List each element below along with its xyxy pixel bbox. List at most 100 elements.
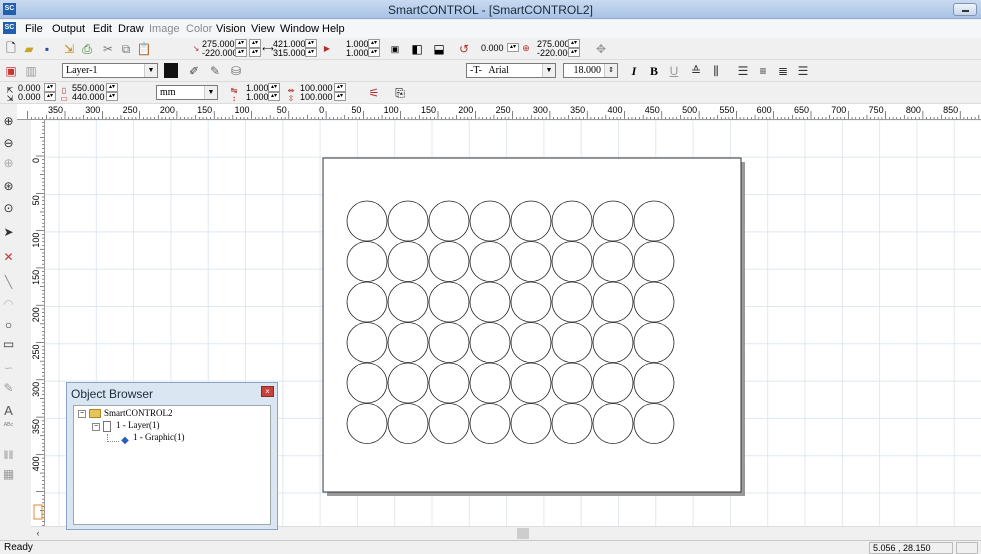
lock-ratio-icon[interactable]: ▣: [387, 41, 403, 57]
scale-x-spin[interactable]: ▴▾: [368, 39, 380, 48]
select-arrow-icon[interactable]: ➤: [1, 224, 16, 239]
menu-output[interactable]: Output: [52, 23, 85, 35]
line-tool-icon[interactable]: ╲: [1, 274, 16, 289]
vertical-ruler: 0 50 100 150 200 250 300 350 400: [31, 120, 45, 526]
layer-color-swatch[interactable]: [164, 63, 178, 78]
align-left-box-icon[interactable]: ◧: [409, 41, 425, 57]
arc-text-tool-icon[interactable]: ᴬᴮᶜ: [1, 418, 16, 433]
center-x-spin[interactable]: ▴▾: [568, 39, 580, 48]
zoom-fit-icon[interactable]: ⊕: [1, 155, 16, 170]
delete-icon[interactable]: ✕: [1, 249, 16, 264]
page-setup-icon[interactable]: ⎘: [392, 85, 408, 101]
menu-edit[interactable]: Edit: [93, 23, 112, 35]
copy-icon[interactable]: ⧉: [118, 41, 134, 57]
save-icon[interactable]: ▪: [39, 41, 55, 57]
zoom-selection-icon[interactable]: ⊙: [1, 200, 16, 215]
layer-icon[interactable]: ▣: [3, 63, 19, 79]
scroll-thumb[interactable]: [517, 528, 529, 539]
fill-icon[interactable]: ⛁: [228, 63, 244, 79]
text-box-icon[interactable]: ≙: [688, 63, 704, 79]
align-right-icon[interactable]: ☰: [795, 63, 811, 79]
scale-y-value[interactable]: 1.000: [346, 48, 369, 58]
height-spin[interactable]: ▴▾: [305, 48, 317, 57]
unit-select[interactable]: mm ▼: [156, 85, 218, 100]
page-height-value[interactable]: 440.000: [72, 92, 105, 102]
origin-x-spin[interactable]: ▴▾: [44, 83, 56, 92]
zoom-in-icon[interactable]: ⊕: [1, 113, 16, 128]
pos-y-spin[interactable]: ▴▾: [235, 48, 247, 57]
font-size-spin-icon[interactable]: ⇕: [604, 64, 617, 77]
page-height-spin[interactable]: ▴▾: [106, 92, 118, 101]
curve-tool-icon[interactable]: ∽: [1, 360, 16, 375]
align-bottom-box-icon[interactable]: ⬓: [431, 41, 447, 57]
menu-image[interactable]: Image: [149, 23, 180, 35]
step-x-spin[interactable]: ▴▾: [268, 83, 280, 92]
open-folder-icon[interactable]: ▰: [21, 41, 37, 57]
zoom-out-icon[interactable]: ⊖: [1, 135, 16, 150]
zoom-x-spin[interactable]: ▴▾: [334, 83, 346, 92]
brush-icon[interactable]: ✎: [207, 63, 223, 79]
page-width-spin[interactable]: ▴▾: [106, 83, 118, 92]
align-justify-icon[interactable]: ≡: [755, 63, 771, 79]
tree-layer[interactable]: 1 - Layer(1): [116, 420, 159, 430]
qrcode-tool-icon[interactable]: ▦: [1, 466, 16, 481]
origin-y-value[interactable]: 0.000: [18, 92, 41, 102]
zoom-y-spin[interactable]: ▴▾: [334, 92, 346, 101]
menu-draw[interactable]: Draw: [118, 23, 144, 35]
print-icon[interactable]: ⎙: [79, 41, 95, 57]
menu-vision[interactable]: Vision: [216, 23, 246, 35]
layer-select[interactable]: Layer-1 ▼: [62, 63, 158, 78]
center-y-spin[interactable]: ▴▾: [568, 48, 580, 57]
underline-button[interactable]: U: [666, 63, 682, 79]
menu-color[interactable]: Color: [186, 23, 212, 35]
zoom-page-icon[interactable]: ⊛: [1, 178, 16, 193]
rotation-value[interactable]: 0.000: [481, 43, 504, 53]
scale-y-spin[interactable]: ▴▾: [368, 48, 380, 57]
text-columns-icon[interactable]: ⫼: [708, 63, 724, 79]
width-spin[interactable]: ▴▾: [305, 39, 317, 48]
layer-settings-icon[interactable]: ▥: [23, 63, 39, 79]
zoom-y-value[interactable]: 100.000: [300, 92, 333, 102]
font-size-field[interactable]: 18.000 ⇕: [563, 63, 618, 78]
close-icon[interactable]: ×: [261, 386, 274, 397]
height-value[interactable]: 315.000: [273, 48, 306, 58]
text-tool-icon[interactable]: A: [1, 403, 16, 418]
arc-tool-icon[interactable]: ◠: [1, 296, 16, 311]
import-icon[interactable]: ⇲: [61, 41, 77, 57]
origin-y-spin[interactable]: ▴▾: [44, 92, 56, 101]
anchor-icon[interactable]: ✥: [593, 41, 609, 57]
tree-graphic[interactable]: 1 - Graphic(1): [133, 432, 184, 442]
ruler-label: 800: [906, 105, 921, 115]
align-left-icon[interactable]: ☰: [735, 63, 751, 79]
pen-icon[interactable]: ✐: [186, 63, 202, 79]
italic-button[interactable]: I: [626, 63, 642, 79]
menu-help[interactable]: Help: [322, 23, 345, 35]
bold-button[interactable]: B: [646, 63, 662, 79]
ruler-label: 350: [31, 419, 41, 434]
font-select[interactable]: -T- Arial ▼: [466, 63, 556, 78]
step-y-spin[interactable]: ▴▾: [268, 92, 280, 101]
scroll-left-icon[interactable]: ‹: [32, 527, 44, 539]
tree-root[interactable]: SmartCONTROL2: [104, 408, 173, 418]
tree-collapse-icon[interactable]: −: [78, 410, 86, 418]
menu-view[interactable]: View: [251, 23, 275, 35]
pos-y-value[interactable]: -220.000: [202, 48, 238, 58]
tree-collapse-icon[interactable]: −: [92, 423, 100, 431]
rectangle-tool-icon[interactable]: ▭: [1, 336, 16, 351]
freehand-tool-icon[interactable]: ✎: [1, 380, 16, 395]
cut-icon[interactable]: ✂: [100, 41, 116, 57]
new-file-icon[interactable]: 🗋: [3, 41, 19, 57]
ellipse-tool-icon[interactable]: ○: [1, 317, 16, 332]
menu-file[interactable]: File: [25, 23, 43, 35]
minimize-button[interactable]: [953, 3, 977, 16]
align-center-icon[interactable]: ≣: [775, 63, 791, 79]
pos-x-spin[interactable]: ▴▾: [235, 39, 247, 48]
object-browser-panel[interactable]: Object Browser × − SmartCONTROL2 − 1 - L…: [66, 382, 278, 530]
paste-icon[interactable]: 📋: [136, 41, 152, 57]
step-y-value[interactable]: 1.000: [246, 92, 269, 102]
array-icon[interactable]: ⚟: [366, 85, 382, 101]
menu-window[interactable]: Window: [280, 23, 319, 35]
page-toolbar: ⇱ ⇲ 0.000 0.000 ▴▾ ▴▾ ▯ ▭ 550.000 440.00…: [0, 82, 981, 104]
barcode-tool-icon[interactable]: ‖‖: [1, 447, 16, 462]
document-menu-icon[interactable]: SC: [3, 22, 16, 34]
